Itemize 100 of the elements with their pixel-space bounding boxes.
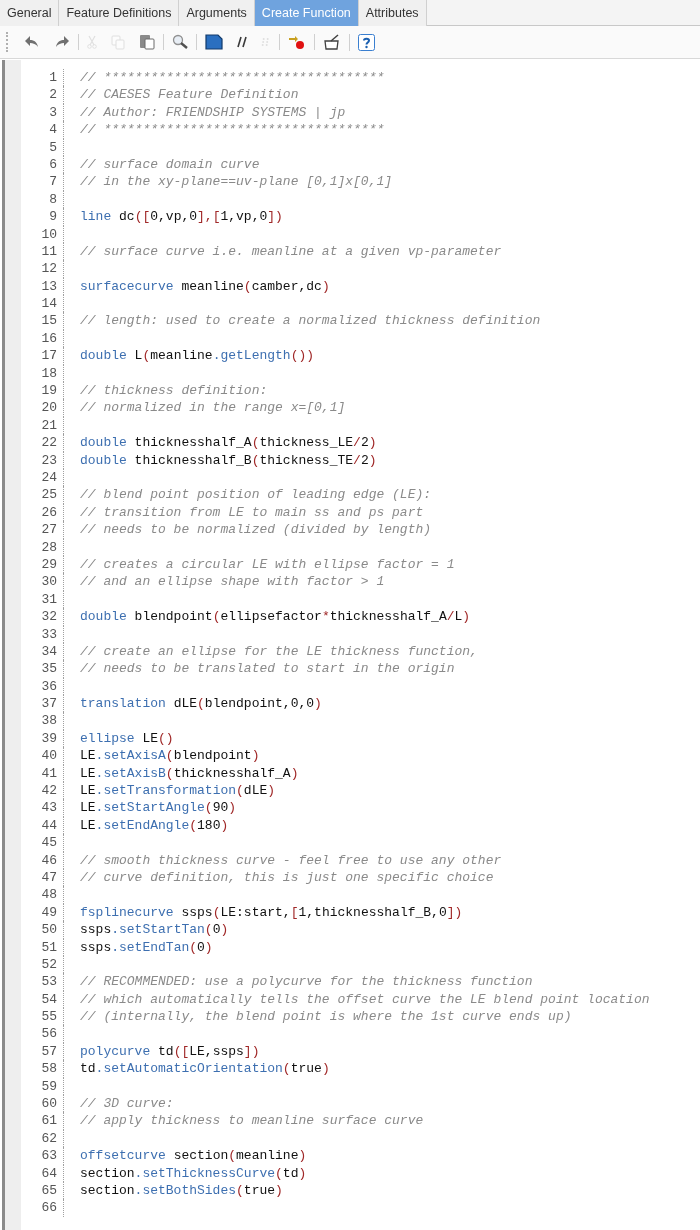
line-number: 39	[40, 729, 58, 748]
line-number: 17	[40, 347, 58, 365]
polygon-icon[interactable]	[205, 34, 223, 50]
slashes-icon[interactable]	[237, 36, 247, 48]
code-line: // length: used to create a normalized thickness definition	[80, 312, 541, 330]
code-line: offsetcurve section(meanline)	[80, 1147, 307, 1165]
tab[interactable]: Attributes	[358, 0, 427, 26]
line-number: 12	[40, 260, 58, 278]
line-number: 43	[40, 799, 58, 817]
search-icon[interactable]	[172, 34, 188, 50]
code-line: LE.setAxisA(blendpoint)	[80, 747, 260, 765]
line-number: 62	[40, 1129, 58, 1148]
line-number: 49	[40, 903, 58, 922]
code-line: // ************************************	[80, 121, 385, 139]
line-number: 44	[40, 816, 58, 835]
line-number: 13	[40, 277, 58, 296]
line-number: 42	[40, 782, 58, 800]
line-number: 1	[48, 69, 58, 87]
line-number: 35	[40, 660, 58, 678]
code-line: double thicknesshalf_A(thickness_LE/2)	[80, 434, 377, 452]
line-number: 46	[40, 851, 58, 869]
code-line: // in the xy-plane==uv-plane [0,1]x[0,1]	[80, 173, 393, 191]
code-line: // normalized in the range x=[0,1]	[80, 399, 346, 417]
code-line: LE.setAxisB(thicknesshalf_A)	[80, 764, 299, 782]
line-number: 58	[40, 1060, 58, 1078]
line-number: 59	[40, 1077, 58, 1096]
line-number: 40	[40, 747, 58, 765]
code-line: // surface domain curve	[80, 155, 260, 174]
tab[interactable]: General	[0, 0, 60, 26]
line-number: 23	[40, 451, 58, 469]
code-line: double L(meanline.getLength())	[80, 347, 315, 365]
line-number: 41	[40, 764, 58, 782]
code-line: LE.setStartAngle(90)	[80, 799, 237, 817]
line-number: 63	[40, 1147, 58, 1165]
code-line: section.setBothSides(true)	[80, 1182, 283, 1200]
code-line: fsplinecurve ssps(LE:start,[1,thicknesshalf_B,0])	[80, 903, 463, 922]
line-number: 47	[40, 868, 58, 887]
line-number: 24	[40, 469, 58, 487]
line-number: 20	[40, 399, 58, 417]
line-number: 11	[40, 242, 58, 261]
code-line: // transition from LE to main ss and ps part	[80, 503, 424, 522]
line-number: 53	[40, 973, 58, 991]
code-line: // curve definition, this is just one specific choice	[80, 868, 494, 887]
code-line: translation dLE(blendpoint,0,0)	[80, 695, 322, 713]
line-number: 56	[40, 1025, 58, 1043]
line-number: 55	[40, 1008, 58, 1026]
line-number: 5	[48, 138, 58, 156]
line-number: 32	[40, 608, 58, 626]
line-number: 8	[48, 190, 58, 209]
code-line: polycurve td([LE,ssps])	[80, 1042, 260, 1061]
line-number: 57	[40, 1042, 58, 1061]
line-number: 51	[40, 938, 58, 956]
line-number: 9	[48, 208, 58, 226]
line-number: 64	[40, 1164, 58, 1182]
line-number: 30	[40, 573, 58, 591]
line-number: 14	[40, 295, 58, 313]
code-line: double blendpoint(ellipsefactor*thicknesshalf_A/L)	[80, 608, 471, 626]
line-number: 21	[40, 416, 58, 435]
code-line: // smooth thickness curve - feel free to use any other	[80, 851, 502, 869]
line-number: 10	[40, 225, 58, 243]
line-number: 25	[40, 486, 58, 504]
line-number: 4	[48, 121, 58, 139]
code-line: line dc([0,vp,0],[1,vp,0])	[80, 208, 283, 226]
line-number: 33	[40, 625, 58, 643]
tab[interactable]: Feature Definitions	[59, 0, 180, 26]
line-number: 27	[40, 521, 58, 539]
line-number: 26	[40, 503, 58, 522]
code-line: // create an ellipse for the LE thickness function,	[80, 642, 478, 661]
line-number: 45	[40, 834, 58, 852]
line-number: 60	[40, 1095, 58, 1113]
tab[interactable]: Arguments	[179, 0, 255, 26]
line-number: 65	[40, 1182, 58, 1200]
brush-pot-icon[interactable]	[323, 34, 341, 50]
help-icon[interactable]	[358, 33, 375, 51]
code-line: // CAESES Feature Definition	[80, 86, 299, 104]
line-number: 50	[40, 921, 58, 939]
code-line: LE.setEndAngle(180)	[80, 816, 229, 835]
line-number: 36	[40, 677, 58, 696]
paste-icon[interactable]	[139, 34, 155, 50]
code-line: // needs to be translated to start in the origin	[80, 660, 455, 678]
line-number: 2	[48, 86, 58, 104]
arrow-dot-icon[interactable]	[288, 34, 306, 50]
code-line: // RECOMMENDED: use a polycurve for the thickness function	[80, 973, 533, 991]
line-number: 19	[40, 382, 58, 400]
line-number: 52	[40, 955, 58, 974]
line-number: 22	[40, 434, 58, 452]
code-line: ellipse LE()	[80, 729, 174, 748]
line-number: 15	[40, 312, 58, 330]
code-line: // creates a circular LE with ellipse factor = 1	[80, 555, 455, 574]
line-number: 31	[40, 590, 58, 609]
code-line: // needs to be normalized (divided by length)	[80, 521, 432, 539]
redo-icon[interactable]	[54, 35, 70, 49]
code-line: // thickness definition:	[80, 382, 268, 400]
line-number: 37	[40, 695, 58, 713]
line-number: 34	[40, 642, 58, 661]
code-line: ssps.setStartTan(0)	[80, 921, 229, 939]
code-line: LE.setTransformation(dLE)	[80, 782, 276, 800]
line-number: 18	[40, 364, 58, 383]
code-line: ssps.setEndTan(0)	[80, 938, 213, 956]
line-number: 7	[48, 173, 58, 191]
